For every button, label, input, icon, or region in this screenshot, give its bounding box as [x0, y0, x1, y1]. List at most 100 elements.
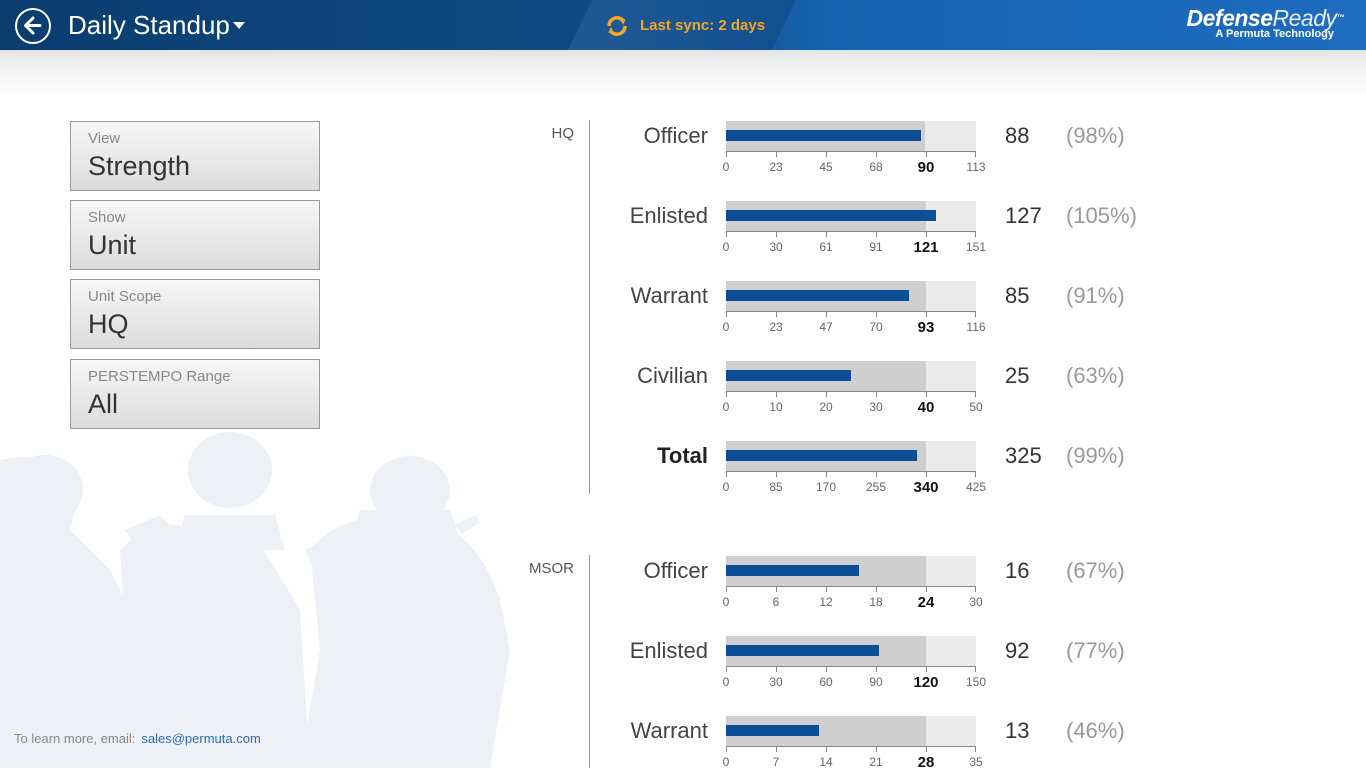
bar-actual[interactable] [726, 210, 937, 221]
axis-line [726, 391, 976, 397]
tick-label: 425 [965, 480, 987, 494]
tick-label: 50 [969, 400, 983, 414]
percent-value: (105%) [1066, 203, 1137, 228]
axis-tick [726, 747, 727, 752]
filter-view[interactable]: View Strength [70, 121, 320, 191]
bar-actual[interactable] [726, 450, 918, 461]
count-value: 16 [1005, 558, 1030, 583]
tick-label: 170 [815, 480, 837, 494]
axis-tick [926, 392, 927, 397]
chevron-down-icon[interactable] [233, 22, 245, 29]
axis-tick [926, 472, 927, 477]
bar-actual[interactable] [726, 130, 921, 141]
axis-tick [975, 232, 976, 237]
sales-email-link[interactable]: sales@permuta.com [141, 731, 260, 746]
bar-track [726, 556, 976, 586]
tick-label: 68 [869, 160, 883, 174]
count-value: 25 [1005, 363, 1030, 388]
chart-row-civilian[interactable]: Civilian 0 10 20 30 40 50 25 (63%) [600, 361, 1200, 425]
axis-tick [975, 587, 976, 592]
filter-perstempo-range[interactable]: PERSTEMPO Range All [70, 359, 320, 429]
axis-line [726, 586, 976, 592]
sync-icon[interactable] [604, 13, 630, 39]
axis-tick [776, 312, 777, 317]
category-label: Warrant [630, 283, 708, 308]
axis-tick [876, 392, 877, 397]
page-title[interactable]: Daily Standup [68, 10, 230, 41]
axis-tick [876, 312, 877, 317]
tick-label: 151 [965, 240, 987, 254]
chart-row-enlisted[interactable]: Enlisted 0 30 61 91 121 151 127 (105%) [600, 201, 1200, 265]
category-label: Enlisted [629, 638, 708, 663]
chart-row-officer[interactable]: Officer 0 6 12 18 24 30 16 (67%) [600, 556, 1200, 620]
target-value-label: 120 [913, 674, 939, 691]
back-button[interactable] [15, 8, 51, 44]
tick-label: 30 [869, 400, 883, 414]
chart-row-warrant[interactable]: Warrant 0 23 47 70 93 116 85 (91%) [600, 281, 1200, 345]
axis-tick [726, 472, 727, 477]
tick-label: 85 [769, 480, 783, 494]
brand-logo: DefenseReady™ A Permuta Technology [1186, 5, 1345, 40]
footer: To learn more, email: sales@permuta.com [14, 731, 261, 746]
filter-show[interactable]: Show Unit [70, 200, 320, 270]
bar-track [726, 636, 976, 666]
tick-label: 30 [769, 675, 783, 689]
axis-tick [726, 312, 727, 317]
axis-tick [826, 667, 827, 672]
tick-label: 0 [722, 240, 730, 254]
tick-label: 116 [966, 320, 986, 334]
tick-label: 30 [769, 240, 783, 254]
tick-label: 0 [722, 595, 730, 609]
filter-perstempo-value: All [88, 389, 119, 419]
chart-row-total[interactable]: Total 0 85 170 255 340 425 325 (99%) [600, 441, 1200, 505]
filter-unit-scope[interactable]: Unit Scope HQ [70, 279, 320, 349]
count-value: 88 [1005, 123, 1030, 148]
tick-label: 70 [869, 320, 883, 334]
tick-label: 10 [769, 400, 783, 414]
axis-tick [726, 587, 727, 592]
bar-track [726, 281, 976, 311]
axis-tick [776, 232, 777, 237]
section-divider [589, 120, 590, 494]
tick-label: 150 [965, 675, 987, 689]
bar-actual[interactable] [726, 290, 910, 301]
tick-label: 255 [865, 480, 887, 494]
chart-row-officer[interactable]: Officer 0 23 45 68 90 113 88 (98%) [600, 121, 1200, 185]
axis-line [726, 231, 976, 237]
tick-label: 23 [769, 320, 783, 334]
tick-label: 0 [722, 755, 730, 769]
filter-show-value: Unit [88, 230, 137, 260]
tick-label: 0 [722, 480, 730, 494]
bar-actual[interactable] [726, 725, 819, 736]
axis-tick [975, 152, 976, 157]
tick-label: 30 [969, 595, 983, 609]
count-value: 127 [1005, 203, 1042, 228]
category-label: Officer [643, 123, 708, 148]
bar-actual[interactable] [726, 565, 860, 576]
count-value: 13 [1005, 718, 1030, 743]
tick-label: 14 [819, 755, 833, 769]
axis-tick [926, 232, 927, 237]
tick-label: 113 [966, 160, 986, 174]
target-value-label: 340 [913, 479, 939, 496]
soldiers-silhouette [0, 432, 510, 768]
chart-row-enlisted[interactable]: Enlisted 0 30 60 90 120 150 92 (77%) [600, 636, 1200, 700]
axis-tick [826, 312, 827, 317]
axis-line [726, 746, 976, 752]
header-shadow [0, 50, 1366, 98]
axis-tick [876, 472, 877, 477]
axis-tick [926, 747, 927, 752]
bar-track [726, 361, 976, 391]
section-label-hq: HQ [551, 125, 575, 142]
filter-perstempo-label: PERSTEMPO Range [88, 368, 231, 385]
axis-tick [826, 152, 827, 157]
target-value-label: 93 [917, 319, 935, 336]
percent-value: (98%) [1066, 123, 1125, 148]
chart-row-warrant[interactable]: Warrant 0 7 14 21 28 35 13 (46%) [600, 716, 1200, 780]
bar-actual[interactable] [726, 645, 880, 656]
count-value: 92 [1005, 638, 1030, 663]
tick-label: 18 [869, 595, 883, 609]
filter-unit-scope-label: Unit Scope [88, 288, 162, 305]
target-value-label: 40 [917, 399, 935, 416]
bar-actual[interactable] [726, 370, 851, 381]
